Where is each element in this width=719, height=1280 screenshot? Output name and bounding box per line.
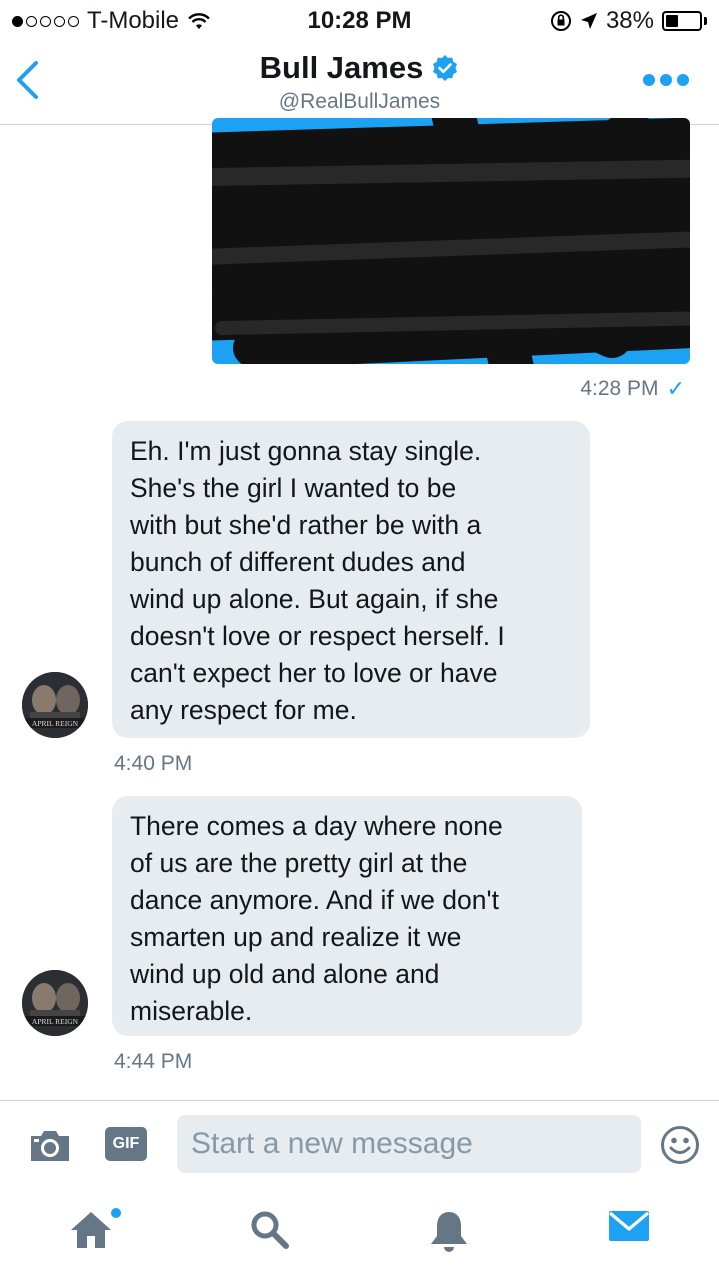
search-icon: [251, 1211, 289, 1249]
home-notification-dot: [111, 1208, 121, 1218]
avatar[interactable]: APRIL REIGN: [22, 970, 88, 1036]
avatar-image: APRIL REIGN: [22, 672, 88, 738]
notifications-icon: [431, 1212, 467, 1252]
tab-bar: [0, 1190, 719, 1280]
outgoing-time: 4:28 PM: [580, 377, 659, 400]
orientation-lock-icon: [550, 11, 571, 31]
camera-button[interactable]: [28, 1129, 72, 1168]
more-options-button[interactable]: [643, 74, 689, 86]
emoji-button[interactable]: [660, 1125, 700, 1170]
battery-percent: 38%: [605, 7, 654, 34]
gif-button[interactable]: GIF: [105, 1127, 147, 1161]
battery-nub: [704, 17, 707, 25]
message-input[interactable]: [177, 1115, 641, 1173]
verified-badge-icon: [433, 55, 458, 81]
contact-handle: @RealBullJames: [278, 90, 441, 113]
avatar-caption: APRIL REIGN: [32, 719, 79, 728]
messages-icon: [608, 1211, 650, 1241]
tab-notifications[interactable]: [421, 1208, 477, 1258]
tab-search[interactable]: [242, 1208, 298, 1258]
conversation-header: Bull James @RealBullJames: [0, 40, 719, 125]
status-bar: T-Mobile 10:28 PM 38%: [0, 0, 719, 40]
redaction-scribble: [212, 118, 690, 364]
incoming-message-bubble[interactable]: Eh. I'm just gonna stay single. She's th…: [112, 421, 590, 738]
avatar[interactable]: APRIL REIGN: [22, 672, 88, 738]
tab-messages[interactable]: [601, 1208, 657, 1258]
outgoing-timestamp: 4:28 PM ✓: [580, 376, 685, 402]
incoming-timestamp: 4:40 PM: [114, 752, 193, 775]
emoji-icon: [661, 1126, 699, 1164]
battery-icon: [662, 11, 702, 31]
title-block[interactable]: Bull James @RealBullJames: [0, 50, 719, 114]
tab-home[interactable]: [63, 1208, 121, 1258]
outgoing-message-redacted[interactable]: [212, 118, 690, 364]
more-dot-icon: [660, 74, 672, 86]
camera-icon: [31, 1131, 69, 1161]
home-icon: [71, 1212, 111, 1248]
incoming-message-bubble[interactable]: There comes a day where none of us are t…: [112, 796, 582, 1036]
contact-name: Bull James: [259, 50, 424, 85]
more-dot-icon: [643, 74, 655, 86]
message-composer: GIF: [0, 1100, 719, 1191]
check-icon: ✓: [666, 376, 685, 401]
more-dot-icon: [677, 74, 689, 86]
status-right: 38%: [550, 7, 707, 35]
location-arrow-icon: [580, 13, 597, 29]
avatar-image: APRIL REIGN: [22, 970, 88, 1036]
avatar-caption: APRIL REIGN: [32, 1017, 79, 1026]
page-title: Bull James: [260, 50, 460, 86]
incoming-timestamp: 4:44 PM: [114, 1050, 193, 1073]
